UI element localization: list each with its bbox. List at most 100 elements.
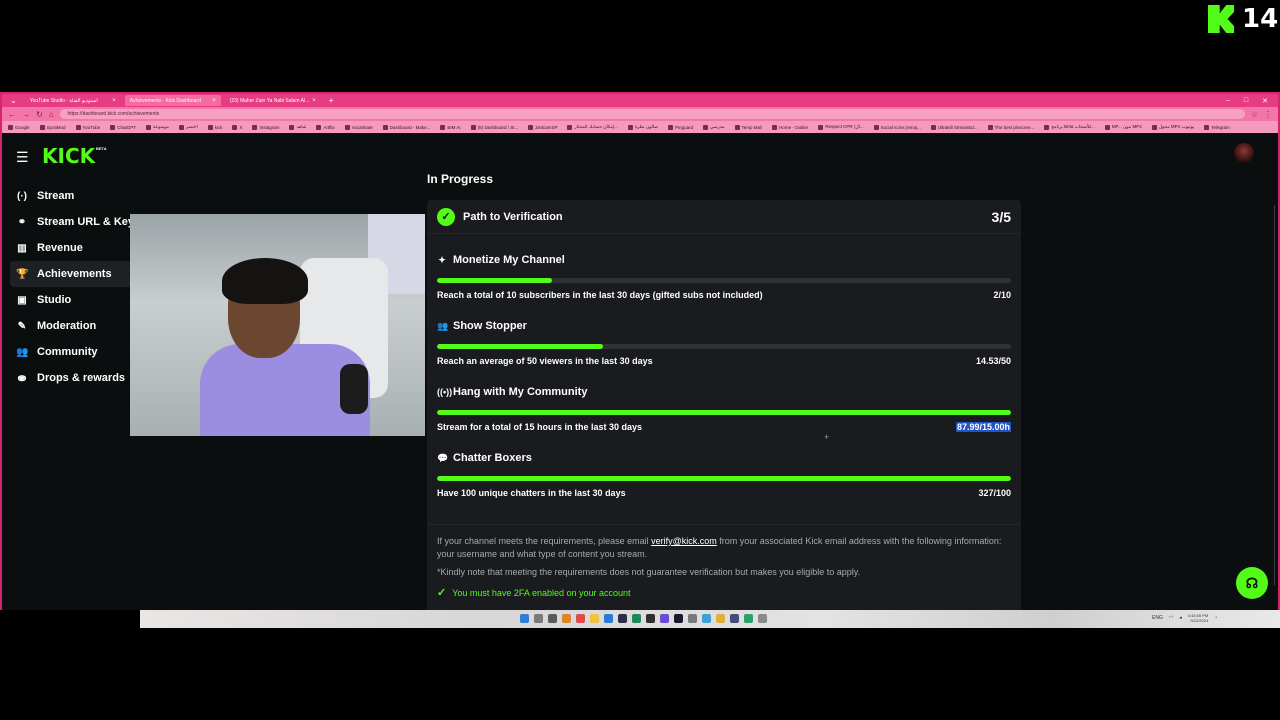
bookmark-item[interactable]: شاهد <box>289 124 306 130</box>
url-input[interactable]: https://dashboard.kick.com/achievements <box>59 109 1245 119</box>
bookmark-item[interactable]: The best pinscree... <box>987 124 1034 130</box>
windows-start-icon[interactable] <box>520 614 529 623</box>
bookmark-item[interactable]: موسوعة <box>145 124 169 130</box>
kick-logo[interactable]: KICK <box>42 144 95 168</box>
forward-icon[interactable]: → <box>22 110 30 119</box>
bookmark-item[interactable]: Temp Mail <box>734 124 762 130</box>
bookmark-item[interactable]: (8) Dashboard / St... <box>470 124 518 130</box>
bookmark-item[interactable]: kick <box>207 124 222 130</box>
requirement-title-text: Hang with My Community <box>453 386 588 398</box>
bookmark-item[interactable]: ZedcamSP <box>528 124 557 130</box>
maximize-button[interactable]: □ <box>1244 97 1248 105</box>
sidebar-item-achievements[interactable]: 🏆 Achievements <box>10 261 134 287</box>
bookmark-label: شاهد <box>296 124 307 129</box>
bookmark-item[interactable]: إمكان حسابك المختار... <box>567 124 618 130</box>
bookmark-item[interactable]: MP... بنون MP4 <box>1104 124 1142 130</box>
minimize-button[interactable]: – <box>1226 97 1230 105</box>
sidebar-item-drops-rewards[interactable]: ⛂ Drops & rewards <box>10 365 134 391</box>
app-icon[interactable] <box>632 614 641 623</box>
bookmark-item[interactable]: Telegram <box>1204 124 1230 130</box>
app-icon[interactable] <box>646 614 655 623</box>
new-tab-button[interactable]: + <box>325 96 338 105</box>
sidebar-item-community[interactable]: 👥 Community <box>10 339 134 365</box>
bookmark-item[interactable]: Respect CPR (ال... <box>818 124 864 130</box>
app-icon[interactable] <box>716 614 725 623</box>
bookmark-item[interactable]: Vocalmate <box>344 124 373 130</box>
edge-icon[interactable] <box>744 614 753 623</box>
bookmark-item[interactable]: Artflix <box>316 124 335 130</box>
system-tray: ENG ◠ ◂ 4:43:55 PM 9/12/2024 ◔ <box>1152 613 1217 623</box>
star-icon[interactable]: ☆ <box>1251 110 1258 119</box>
bookmark-label: Pinguard <box>675 124 694 130</box>
taskbar: ENG ◠ ◂ 4:43:55 PM 9/12/2024 ◔ <box>140 610 1280 628</box>
bookmark-item[interactable]: محول MP4 يوتيوب <box>1151 124 1194 130</box>
reload-icon[interactable]: ↻ <box>36 110 43 119</box>
app-icon[interactable] <box>618 614 627 623</box>
tab-youtube-studio[interactable]: YouTube Studio - استوديو القناة × <box>25 95 121 106</box>
bookmark-item[interactable]: صالون نظرة <box>627 124 658 130</box>
tab-maher-zain[interactable]: (23) Maher Zain Ya Nabi Salam Al... × <box>225 95 321 106</box>
support-chat-button[interactable]: ☊ <box>1236 567 1268 599</box>
trophy-icon: 🏆 <box>16 268 29 280</box>
bookmark-item[interactable]: ChatGPT <box>110 124 136 130</box>
close-icon[interactable]: × <box>112 98 116 104</box>
verify-email-link[interactable]: verify@kick.com <box>651 536 717 546</box>
bookmark-item[interactable]: Pinguard <box>668 124 694 130</box>
studio-icon: ▣ <box>17 294 27 306</box>
bookmark-item[interactable]: X <box>232 124 242 130</box>
bookmark-item[interactable]: BIM AI <box>440 124 461 130</box>
tab-menu-icon[interactable]: ⌄ <box>6 96 21 105</box>
menu-icon[interactable]: ☰ <box>16 149 29 166</box>
bookmark-item[interactable]: اختصر <box>178 124 198 130</box>
tray-lang[interactable]: ENG <box>1152 615 1163 621</box>
sidebar-item-stream[interactable]: (·) Stream <box>10 183 134 209</box>
app-icon[interactable] <box>660 614 669 623</box>
bookmark-item[interactable]: Home - Outlier <box>772 124 808 130</box>
home-icon[interactable]: ⌂ <box>49 110 54 119</box>
app-icon[interactable] <box>688 614 697 623</box>
close-icon[interactable]: × <box>212 98 216 104</box>
volume-icon[interactable]: ◂ <box>1179 615 1182 621</box>
bookmark-item[interactable]: برنامج Beta للأصحاب... <box>1044 124 1095 130</box>
vscode-icon[interactable] <box>604 614 613 623</box>
sidebar-item-revenue[interactable]: ▥ Revenue <box>10 235 134 261</box>
card-progress-count: 3/5 <box>991 208 1011 225</box>
app-icon[interactable] <box>730 614 739 623</box>
avatar[interactable] <box>1234 143 1254 163</box>
app-icon[interactable] <box>562 614 571 623</box>
mouse-cursor-icon: + <box>824 432 830 442</box>
sidebar-item-studio[interactable]: ▣ Studio <box>10 287 134 313</box>
app-icon[interactable] <box>674 614 683 623</box>
task-view-icon[interactable] <box>548 614 557 623</box>
bookmark-item[interactable]: Social icons (emoj... <box>873 124 921 130</box>
sidebar-item-moderation[interactable]: ✎ Moderation <box>10 313 134 339</box>
close-window-button[interactable]: ✕ <box>1262 97 1268 105</box>
close-icon[interactable]: × <box>312 98 316 104</box>
extensions-icon[interactable]: ⋮ <box>1264 110 1272 119</box>
bookmark-favicon-icon <box>1204 124 1210 130</box>
notifications-icon[interactable]: ◔ <box>1214 615 1217 621</box>
clock[interactable]: 4:43:55 PM 9/12/2024 <box>1188 613 1208 623</box>
bookmark-item[interactable]: Instagram <box>252 124 279 130</box>
app-icon[interactable] <box>576 614 585 623</box>
bookmark-item[interactable]: SpotiMod <box>39 124 66 130</box>
app-icon[interactable] <box>702 614 711 623</box>
requirement-value: 87.99/15.00h <box>955 422 1011 432</box>
wifi-icon[interactable]: ◠ <box>1169 615 1173 621</box>
bookmark-item[interactable]: Google <box>8 124 30 130</box>
bookmark-item[interactable]: Ultrakill StreamEd... <box>930 124 978 130</box>
scrollbar[interactable] <box>1274 205 1275 585</box>
search-icon[interactable] <box>534 614 543 623</box>
gift-icon: ⛂ <box>17 372 27 384</box>
sidebar-item-stream-url-key[interactable]: ⚭ Stream URL & Key <box>10 209 134 235</box>
tab-label: Achievements - Kick Dashboard <box>129 97 201 104</box>
settings-icon[interactable] <box>758 614 767 623</box>
folder-icon[interactable] <box>590 614 599 623</box>
bookmark-item[interactable]: Dashboard - Make... <box>382 124 430 130</box>
back-icon[interactable]: ← <box>8 110 16 119</box>
bookmark-item[interactable]: YouTube <box>75 124 100 130</box>
requirement-item: 👥 Show Stopper Reach an average of 50 view… <box>427 300 1021 366</box>
bookmark-favicon-icon <box>316 124 322 130</box>
tab-achievements[interactable]: Achievements - Kick Dashboard × <box>124 95 221 106</box>
bookmark-item[interactable]: مدرسي <box>703 124 725 130</box>
